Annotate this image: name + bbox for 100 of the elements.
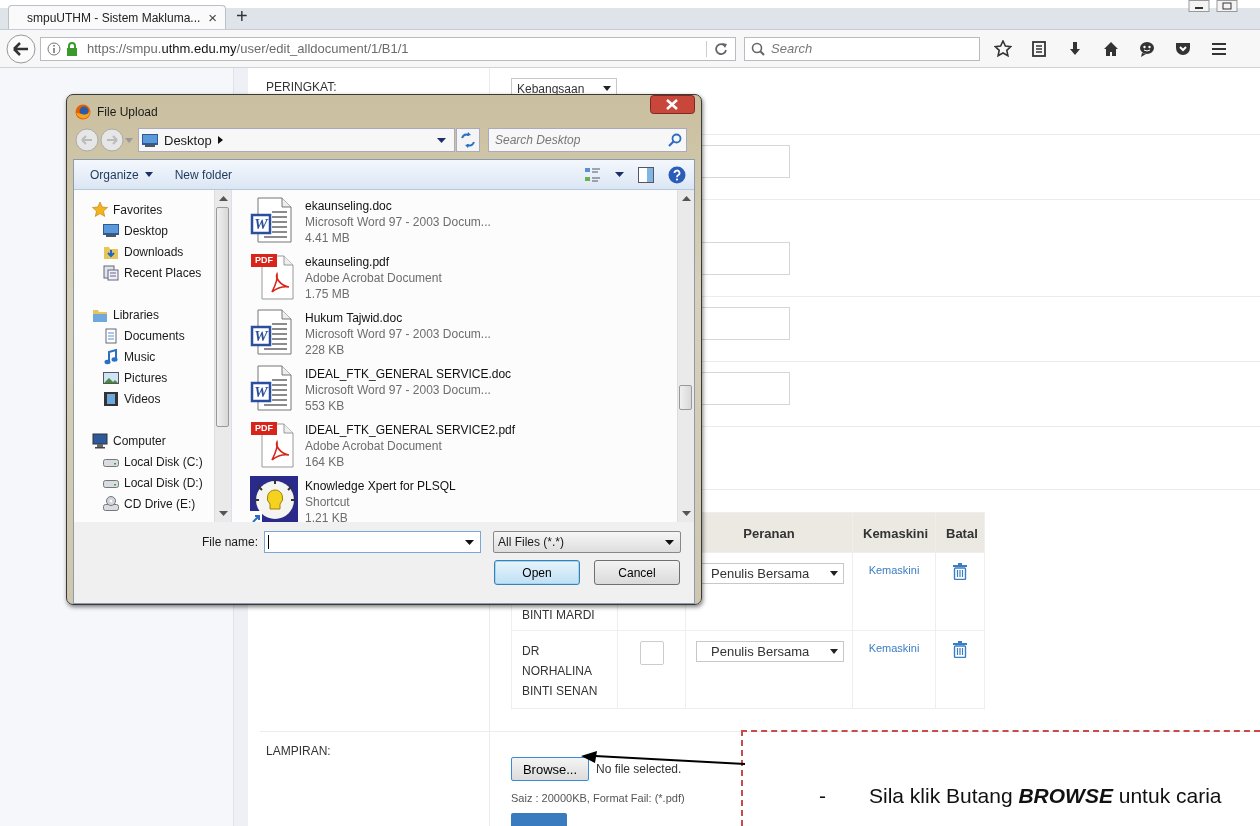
music-note-icon [103, 348, 119, 365]
address-field[interactable]: https://smpu.uthm.edu.my/user/edit_alldocument/1/B1/1 [40, 36, 736, 61]
organize-button[interactable]: Organize [86, 165, 157, 184]
file-name: IDEAL_FTK_GENERAL SERVICE.doc [305, 366, 512, 382]
scroll-thumb[interactable] [216, 207, 229, 427]
new-tab-button[interactable]: + [226, 5, 248, 29]
caret-icon [465, 539, 474, 545]
scroll-down-icon[interactable] [682, 511, 691, 516]
film-icon [103, 390, 119, 407]
nav-item[interactable]: CD Drive (E:) [74, 493, 214, 514]
browser-tab[interactable]: smpuUTHM - Sistem Makluma... × [8, 5, 226, 29]
preview-pane-icon[interactable] [638, 166, 654, 183]
back-icon[interactable] [6, 33, 36, 64]
home-icon[interactable] [1102, 39, 1120, 58]
file-size: 1.75 MB [305, 286, 351, 302]
scroll-thumb[interactable] [679, 385, 692, 410]
file-type: Microsoft Word 97 - 2003 Docum... [305, 382, 492, 398]
role-dropdown[interactable]: Penulis Bersama [696, 641, 844, 662]
file-type: Microsoft Word 97 - 2003 Docum... [305, 326, 491, 342]
update-link[interactable]: Kemaskini [868, 564, 920, 576]
search-field[interactable]: Search Desktop [488, 128, 687, 152]
author-name: BINTI MARDI [522, 607, 595, 624]
file-item[interactable]: PDF ekaunseling.pdf Adobe Acrobat Document 1.75 MB [250, 252, 677, 308]
annotation-text: Sila klik Butang BROWSE untuk caria [869, 784, 1222, 808]
file-item[interactable]: W IDEAL_FTK_GENERAL SERVICE.doc Microsoft Word 97 - 2003 Docum... 553 KB [250, 364, 677, 420]
scroll-up-icon[interactable] [682, 196, 691, 201]
file-size: 4.41 MB [305, 230, 351, 246]
location-field[interactable]: Desktop [138, 128, 455, 152]
computer-icon [92, 432, 108, 449]
info-icon [47, 41, 61, 56]
scroll-up-icon[interactable] [219, 196, 228, 201]
nav-item[interactable]: Videos [74, 388, 214, 409]
file-size: 553 KB [305, 398, 346, 414]
reload-icon[interactable] [706, 40, 729, 57]
dialog-title: File Upload [97, 105, 158, 119]
scrollbar[interactable] [214, 190, 231, 522]
browser-logo-icon [75, 104, 91, 120]
chat-icon[interactable] [1138, 39, 1156, 58]
nav-item[interactable]: Downloads [74, 241, 214, 262]
nav-item[interactable]: Desktop [74, 220, 214, 241]
file-name-field[interactable] [264, 531, 481, 553]
view-options-icon[interactable] [585, 166, 601, 183]
caret-icon [437, 137, 446, 143]
file-item[interactable]: W Hukum Tajwid.doc Microsoft Word 97 - 2003 Docum... 228 KB [250, 308, 677, 364]
caret-icon [830, 571, 838, 576]
file-item[interactable]: W ekaunseling.doc Microsoft Word 97 - 2003 Docum... 4.41 MB [250, 196, 677, 252]
file-hint: Saiz : 20000KB, Format Fail: (*.pdf) [511, 792, 685, 804]
search-icon [751, 41, 765, 56]
minimize-icon[interactable] [1188, 0, 1210, 12]
refresh-icon[interactable] [456, 128, 480, 152]
picture-icon [103, 369, 119, 386]
new-folder-button[interactable]: New folder [170, 165, 237, 184]
close-icon[interactable] [650, 95, 695, 114]
search-icon [668, 133, 682, 147]
file-name: Hukum Tajwid.doc [305, 310, 404, 326]
caret-icon [144, 172, 153, 177]
file-item[interactable]: PDF IDEAL_FTK_GENERAL SERVICE2.pdf Adobe Acrobat Document 164 KB [250, 420, 677, 476]
star-icon[interactable] [994, 39, 1012, 58]
nav-item[interactable]: Favorites [74, 199, 214, 220]
update-link[interactable]: Kemaskini [868, 642, 920, 654]
tab-close-button[interactable]: × [208, 9, 217, 26]
field-label: File name: [200, 535, 259, 549]
dialog-button[interactable]: Open [494, 560, 580, 585]
checkbox[interactable] [639, 641, 664, 665]
recent-places-icon [103, 264, 119, 281]
file-type-dropdown[interactable]: All Files (*.*) [493, 531, 681, 553]
search-field[interactable]: Search [744, 36, 980, 61]
browse-button[interactable]: Browse... [511, 757, 589, 781]
file-size: 1.21 KB [305, 510, 349, 522]
caret-icon [665, 539, 674, 545]
file-item[interactable]: Knowledge Xpert for PLSQL Shortcut 1.21 KB [250, 476, 677, 522]
trash-icon[interactable] [953, 641, 967, 658]
caret-icon [603, 86, 611, 91]
caret-icon[interactable] [615, 172, 624, 177]
field-label: LAMPIRAN: [266, 744, 331, 758]
bullet-dash: - [819, 784, 827, 808]
scrollbar[interactable] [677, 190, 694, 522]
help-icon[interactable] [668, 165, 686, 184]
file-type: Microsoft Word 97 - 2003 Docum... [305, 214, 491, 230]
nav-item[interactable]: Computer [74, 430, 214, 451]
restore-icon[interactable] [1216, 0, 1238, 12]
file-type: Shortcut [305, 494, 351, 510]
trash-icon[interactable] [953, 563, 967, 580]
file-type: Adobe Acrobat Document [305, 270, 442, 286]
file-size: 164 KB [305, 454, 346, 470]
nav-item[interactable]: Recent Places [74, 262, 214, 283]
file-size: 228 KB [305, 342, 346, 358]
nav-item[interactable]: Pictures [74, 367, 214, 388]
nav-item[interactable]: Libraries [74, 304, 214, 325]
dialog-button[interactable]: Cancel [594, 560, 680, 585]
scroll-down-icon[interactable] [219, 511, 228, 516]
nav-item[interactable]: Local Disk (D:) [74, 472, 214, 493]
nav-item[interactable]: Documents [74, 325, 214, 346]
file-status: No file selected. [596, 762, 682, 776]
lock-icon [66, 41, 78, 56]
file-type: Adobe Acrobat Document [305, 438, 443, 454]
column-header: Batal [945, 525, 979, 543]
nav-item[interactable]: Music [74, 346, 214, 367]
nav-item[interactable]: Local Disk (C:) [74, 451, 214, 472]
clipboard-icon[interactable] [1030, 39, 1048, 58]
